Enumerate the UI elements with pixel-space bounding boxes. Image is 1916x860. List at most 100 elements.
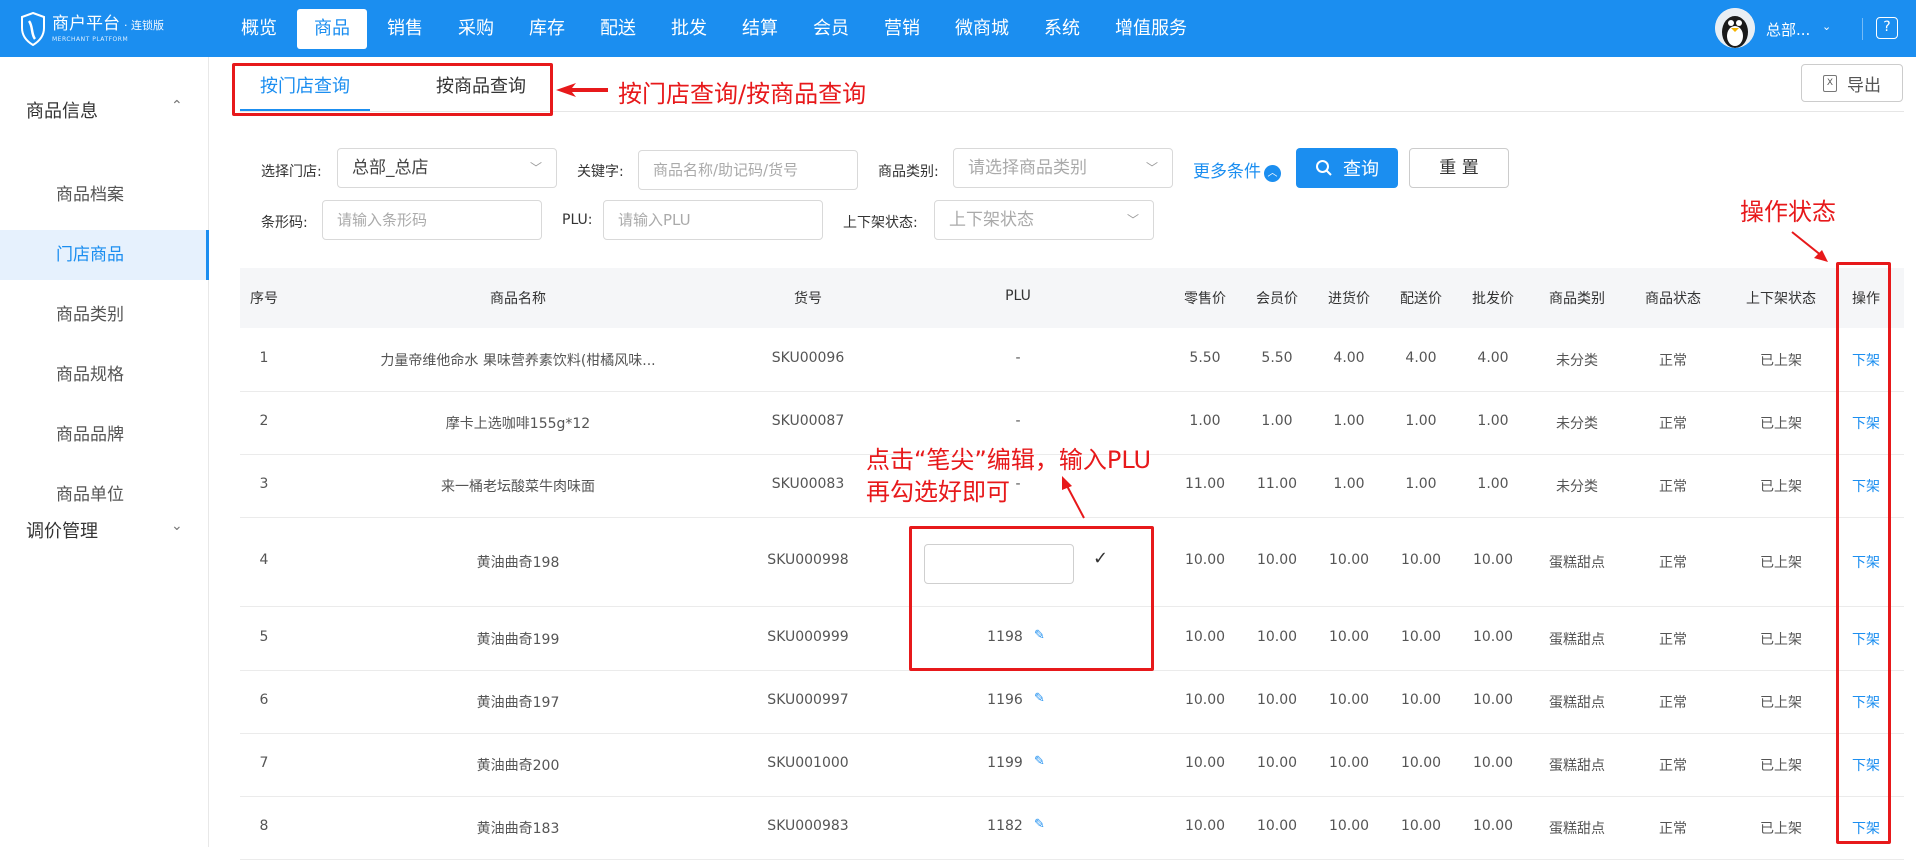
sidebar-group-product-info[interactable]: 商品信息 ⌃	[26, 97, 183, 123]
table-cell: 5.50	[1261, 350, 1293, 366]
nav-item-11[interactable]: 系统	[1029, 9, 1095, 49]
help-icon[interactable]: ?	[1876, 17, 1898, 39]
store-select[interactable]: 总部_总店 ﹀	[337, 148, 557, 188]
table-cell: SKU000999	[767, 629, 849, 645]
table-cell: 摩卡上选咖啡155g*12	[445, 416, 591, 432]
category-placeholder: 请选择商品类别	[968, 158, 1087, 178]
keyword-placeholder: 商品名称/助记码/货号	[653, 161, 799, 179]
table-cell: 10.00	[1256, 692, 1298, 708]
nav-item-3[interactable]: 采购	[443, 9, 509, 49]
barcode-input[interactable]: 请输入条形码	[322, 200, 542, 240]
logo[interactable]: 商户平台 · 连锁版 MERCHANT PLATFORM	[20, 10, 164, 48]
column-header-8: 批发价	[1472, 291, 1514, 307]
table-cell: 1.00	[1477, 476, 1509, 492]
table-cell: 未分类	[1556, 479, 1598, 495]
table-cell: 蛋糕甜点	[1549, 632, 1605, 648]
nav-item-2[interactable]: 销售	[372, 9, 438, 49]
column-header-6: 进货价	[1328, 291, 1370, 307]
shelf-status-select[interactable]: 上下架状态 ﹀	[934, 200, 1154, 240]
nav-item-12[interactable]: 增值服务	[1100, 9, 1202, 49]
pencil-icon[interactable]: ✎	[1034, 754, 1045, 769]
table-cell: 黄油曲奇198	[476, 555, 560, 571]
chevron-down-icon: ﹀	[529, 161, 542, 175]
table-cell: 1.00	[1405, 476, 1437, 492]
column-header-10: 商品状态	[1645, 291, 1701, 307]
nav-item-9[interactable]: 营销	[869, 9, 935, 49]
arrow-down-right-icon	[1791, 231, 1828, 262]
sidebar-item-2[interactable]: 商品类别	[0, 290, 209, 340]
table-cell: 10.00	[1256, 552, 1298, 568]
column-header-9: 商品类别	[1549, 291, 1605, 307]
column-header-11: 上下架状态	[1746, 291, 1816, 307]
table-cell: 10.00	[1328, 629, 1370, 645]
table-cell: 1.00	[1333, 476, 1365, 492]
table-cell: 蛋糕甜点	[1549, 555, 1605, 571]
table-cell: 10.00	[1256, 818, 1298, 834]
top-navbar: 商户平台 · 连锁版 MERCHANT PLATFORM 概览 商品 销售 采购 库存 配送…	[0, 0, 1916, 57]
table-cell: 10.00	[1184, 818, 1226, 834]
arrow-up-icon	[1062, 476, 1085, 519]
table-cell: 来一桶老坛酸菜牛肉味面	[441, 479, 595, 495]
table-cell: 10.00	[1400, 629, 1442, 645]
row-divider	[240, 796, 1904, 797]
table-cell: 10.00	[1400, 818, 1442, 834]
table-cell: SKU00083	[771, 476, 845, 492]
table-cell: 10.00	[1472, 692, 1514, 708]
avatar[interactable]	[1715, 8, 1755, 48]
nav-item-4[interactable]: 库存	[514, 9, 580, 49]
table-cell: 10.00	[1400, 552, 1442, 568]
chevron-down-icon[interactable]: ⌄	[1822, 20, 1831, 33]
column-header-3: PLU	[1005, 288, 1031, 304]
nav-item-10[interactable]: 微商城	[940, 9, 1024, 49]
sidebar-group-price-adjust[interactable]: 调价管理 ⌄	[26, 517, 183, 543]
shelf-status-placeholder: 上下架状态	[949, 210, 1034, 230]
table-cell: 正常	[1659, 479, 1687, 495]
nav-item-7[interactable]: 结算	[727, 9, 793, 49]
logo-title: 商户平台	[52, 14, 120, 34]
sidebar-item-0[interactable]: 商品档案	[0, 170, 209, 220]
keyword-input[interactable]: 商品名称/助记码/货号	[638, 150, 858, 190]
table-cell: 10.00	[1472, 629, 1514, 645]
table-cell: 10.00	[1472, 755, 1514, 771]
column-header-7: 配送价	[1400, 291, 1442, 307]
nav-item-6[interactable]: 批发	[656, 9, 722, 49]
table-cell: 蛋糕甜点	[1549, 821, 1605, 837]
table-cell: 3	[259, 476, 269, 492]
sidebar-item-3[interactable]: 商品规格	[0, 350, 209, 400]
sidebar-item-4[interactable]: 商品品牌	[0, 410, 209, 460]
table-cell: 11.00	[1256, 476, 1298, 492]
pencil-icon[interactable]: ✎	[1034, 817, 1045, 832]
search-button[interactable]: 查询	[1296, 148, 1398, 188]
table-cell: 1182	[987, 818, 1023, 834]
annotation-plu-note-2: 再勾选好即可	[866, 478, 1010, 506]
table-cell: 10.00	[1256, 755, 1298, 771]
reset-button[interactable]: 重 置	[1409, 148, 1509, 188]
table-cell: 正常	[1659, 353, 1687, 369]
table-cell: 4.00	[1333, 350, 1365, 366]
more-conditions-link[interactable]: 更多条件 ︿	[1193, 157, 1281, 182]
table-cell: 黄油曲奇183	[476, 821, 560, 837]
nav-item-5[interactable]: 配送	[585, 9, 651, 49]
annotation-op-note: 操作状态	[1740, 198, 1836, 226]
table-cell: 蛋糕甜点	[1549, 695, 1605, 711]
table-cell: 已上架	[1760, 479, 1802, 495]
user-name[interactable]: 总部...	[1766, 19, 1810, 40]
nav-item-0[interactable]: 概览	[226, 9, 292, 49]
table-cell: 6	[259, 692, 269, 708]
pencil-icon[interactable]: ✎	[1034, 691, 1045, 706]
category-select[interactable]: 请选择商品类别 ﹀	[953, 148, 1173, 188]
export-button[interactable]: X 导出	[1801, 64, 1903, 102]
table-cell: 10.00	[1184, 629, 1226, 645]
sidebar-item-1[interactable]: 门店商品	[0, 230, 209, 280]
sidebar-group-label: 调价管理	[26, 521, 98, 542]
table-cell: 4.00	[1477, 350, 1509, 366]
annotation-tabs-note: 按门店查询/按商品查询	[618, 80, 867, 108]
sidebar-item-5[interactable]: 商品单位	[0, 470, 209, 520]
annotation-plu-note-1: 点击“笔尖”编辑，输入PLU	[866, 446, 1152, 474]
table-cell: 11.00	[1184, 476, 1226, 492]
plu-input[interactable]: 请输入PLU	[603, 200, 823, 240]
table-cell: 1	[259, 350, 269, 366]
table-cell: -	[1015, 476, 1021, 492]
nav-item-1[interactable]: 商品	[297, 9, 367, 49]
nav-item-8[interactable]: 会员	[798, 9, 864, 49]
